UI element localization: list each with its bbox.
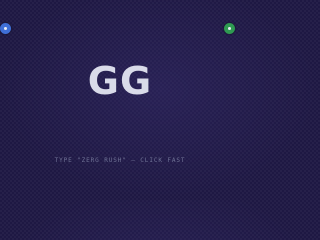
green-circle-icon[interactable] [224, 23, 235, 34]
blue-circle-icon[interactable] [0, 23, 11, 34]
token-center-dot [4, 27, 7, 30]
token-center-dot [228, 27, 231, 30]
gg-logo[interactable]: GG [0, 58, 240, 104]
instruction-text: TYPE "ZERG RUSH" — CLICK FAST [54, 157, 186, 164]
game-screen[interactable]: GG TYPE "ZERG RUSH" — CLICK FAST [0, 0, 240, 200]
